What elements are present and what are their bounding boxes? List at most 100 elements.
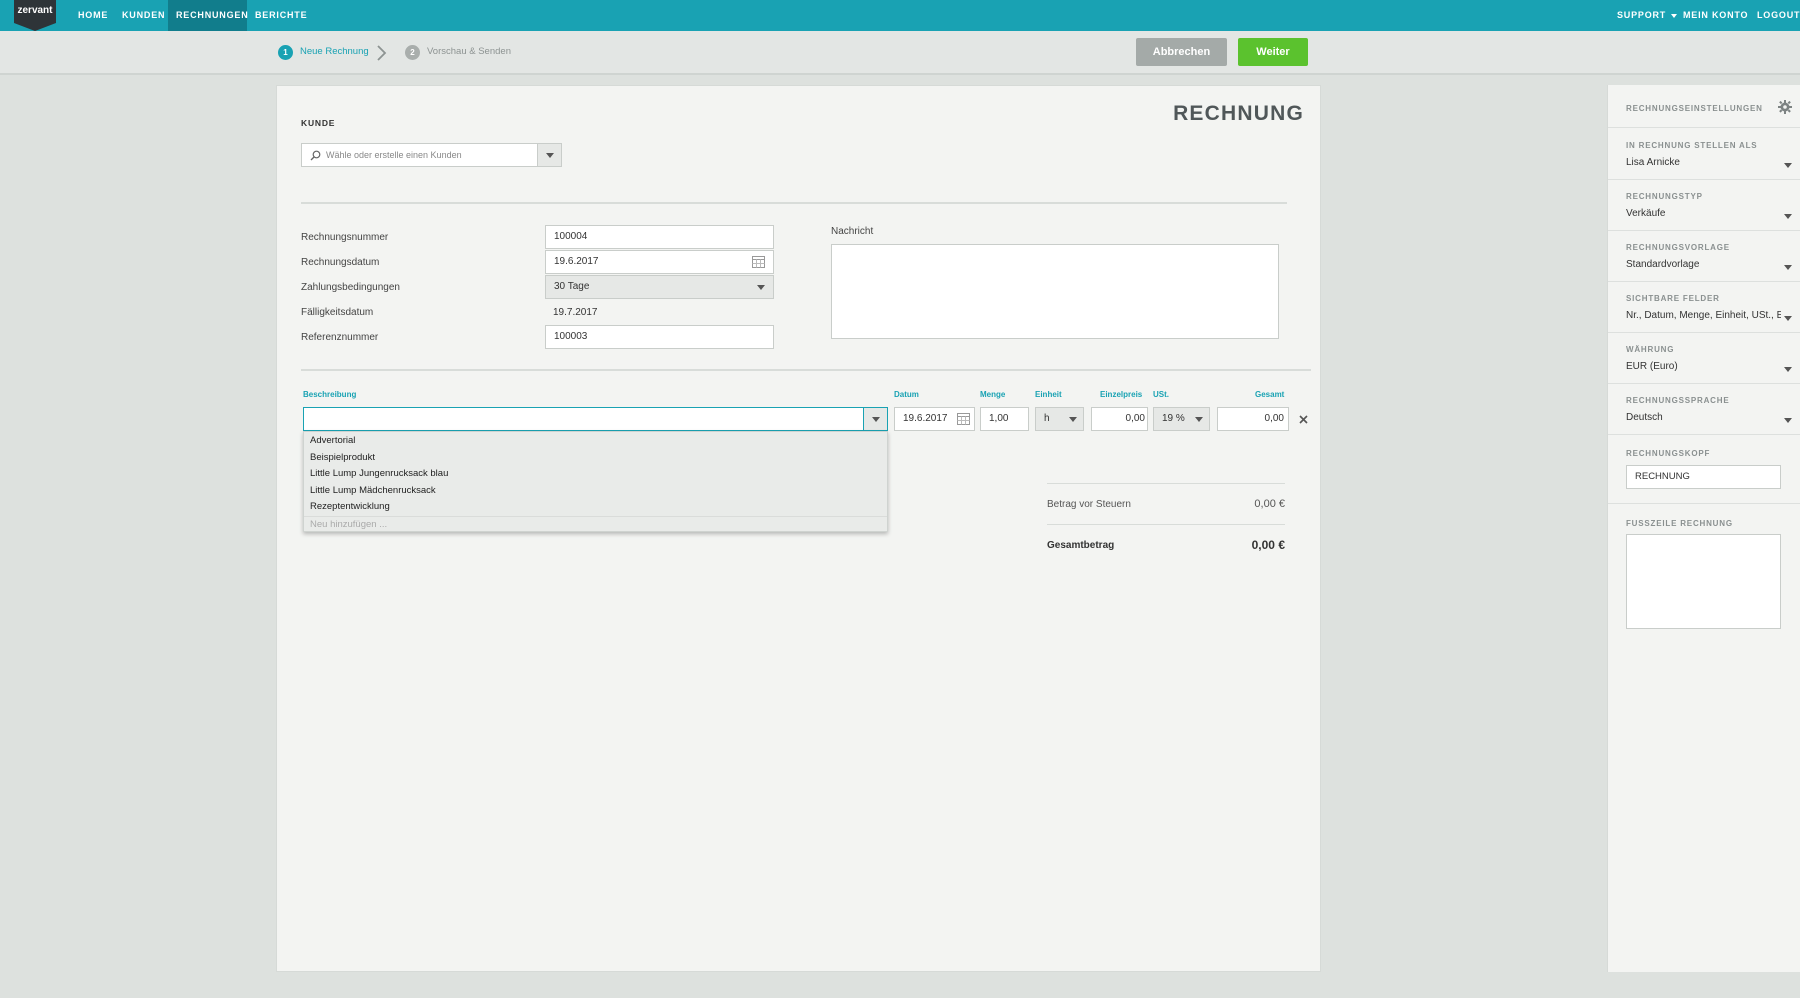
chevron-down-icon bbox=[1784, 214, 1792, 219]
chevron-down-icon bbox=[1784, 163, 1792, 168]
col-vat: USt. bbox=[1153, 390, 1169, 399]
invoice-footer-label: FUSSZEILE RECHNUNG bbox=[1626, 519, 1733, 528]
payment-terms-select[interactable]: 30 Tage bbox=[545, 275, 774, 299]
divider bbox=[1608, 127, 1800, 128]
currency-label: WÄHRUNG bbox=[1626, 345, 1675, 354]
col-description: Beschreibung bbox=[303, 390, 357, 399]
chevron-down-icon bbox=[1784, 418, 1792, 423]
dropdown-option[interactable]: Advertorial bbox=[304, 433, 887, 450]
divider bbox=[301, 202, 1287, 204]
invoice-date-label: Rechnungsdatum bbox=[301, 257, 380, 268]
invoice-number-input[interactable]: 100004 bbox=[545, 225, 774, 249]
nav-home[interactable]: HOME bbox=[70, 0, 116, 31]
dropdown-option[interactable]: Little Lump Mädchenrucksack bbox=[304, 483, 887, 500]
col-unit: Einheit bbox=[1035, 390, 1062, 399]
invoice-card: KUNDE RECHNUNG Wähle oder erstelle einen… bbox=[276, 85, 1321, 972]
chevron-right-icon bbox=[377, 45, 387, 61]
chevron-down-icon bbox=[1784, 316, 1792, 321]
chevron-down-icon bbox=[546, 153, 554, 158]
nav-kunden[interactable]: KUNDEN bbox=[114, 0, 173, 31]
next-button[interactable]: Weiter bbox=[1238, 38, 1308, 66]
nav-berichte[interactable]: BERICHTE bbox=[247, 0, 315, 31]
col-total: Gesamt bbox=[1255, 390, 1285, 399]
dropdown-add-new[interactable]: Neu hinzufügen ... bbox=[304, 515, 887, 533]
unit-value: h bbox=[1044, 413, 1050, 424]
invoice-language-select[interactable]: Deutsch bbox=[1626, 412, 1786, 423]
divider bbox=[1608, 434, 1800, 435]
divider bbox=[1047, 483, 1285, 484]
customer-search-input[interactable]: Wähle oder erstelle einen Kunden bbox=[301, 143, 538, 167]
chevron-down-icon bbox=[1069, 417, 1077, 422]
nav-logout[interactable]: LOGOUT bbox=[1757, 0, 1800, 31]
currency-select[interactable]: EUR (Euro) bbox=[1626, 361, 1786, 372]
line-date-value: 19.6.2017 bbox=[903, 413, 948, 424]
invoice-as-select[interactable]: Lisa Arnicke bbox=[1626, 157, 1786, 168]
invoice-header-input[interactable]: RECHNUNG bbox=[1626, 465, 1781, 489]
dropdown-option[interactable]: Rezeptentwicklung bbox=[304, 499, 887, 516]
visible-fields-label: SICHTBARE FELDER bbox=[1626, 294, 1720, 303]
divider bbox=[1608, 179, 1800, 180]
visible-fields-select[interactable]: Nr., Datum, Menge, Einheit, USt., Ei... bbox=[1626, 310, 1781, 321]
invoice-footer-textarea[interactable] bbox=[1626, 534, 1781, 629]
vat-value: 19 % bbox=[1162, 413, 1185, 424]
invoice-date-value: 19.6.2017 bbox=[554, 256, 599, 267]
divider bbox=[301, 369, 1311, 371]
message-label: Nachricht bbox=[831, 226, 874, 237]
dropdown-option[interactable]: Beispielprodukt bbox=[304, 450, 887, 467]
description-dropdown-button[interactable] bbox=[863, 407, 888, 431]
customer-dropdown-button[interactable] bbox=[537, 143, 562, 167]
invoice-date-input[interactable]: 19.6.2017 bbox=[545, 250, 774, 274]
chevron-down-icon bbox=[1784, 265, 1792, 270]
line-total-input[interactable]: 0,00 bbox=[1217, 407, 1289, 431]
nav-support[interactable]: SUPPORT bbox=[1617, 0, 1678, 31]
chevron-down-icon bbox=[1784, 367, 1792, 372]
divider bbox=[1608, 383, 1800, 384]
calendar-icon[interactable] bbox=[752, 256, 765, 268]
invoice-header-label: RECHNUNGSKOPF bbox=[1626, 449, 1711, 458]
dropdown-option[interactable]: Little Lump Jungenrucksack blau bbox=[304, 466, 887, 483]
description-input[interactable] bbox=[303, 407, 864, 431]
invoice-language-label: RECHNUNGSSPRACHE bbox=[1626, 396, 1730, 405]
payment-terms-value: 30 Tage bbox=[554, 281, 590, 292]
step-2-number: 2 bbox=[405, 45, 420, 60]
description-dropdown-list: Advertorial Beispielprodukt Little Lump … bbox=[303, 431, 888, 532]
invoice-type-label: RECHNUNGSTYP bbox=[1626, 192, 1703, 201]
line-date-input[interactable]: 19.6.2017 bbox=[894, 407, 975, 431]
unit-select[interactable]: h bbox=[1035, 407, 1084, 431]
unit-price-input[interactable]: 0,00 bbox=[1091, 407, 1148, 431]
nav-rechnungen[interactable]: RECHNUNGEN bbox=[168, 0, 248, 31]
col-unit-price: Einzelpreis bbox=[1100, 390, 1143, 399]
invoice-template-select[interactable]: Standardvorlage bbox=[1626, 259, 1786, 270]
step-bar: 1 Neue Rechnung 2 Vorschau & Senden Abbr… bbox=[0, 31, 1800, 75]
chevron-down-icon bbox=[1195, 417, 1203, 422]
due-date-value: 19.7.2017 bbox=[553, 307, 598, 318]
reference-number-input[interactable]: 100003 bbox=[545, 325, 774, 349]
zervant-logo[interactable]: zervant bbox=[14, 0, 56, 31]
step-1-label[interactable]: Neue Rechnung bbox=[300, 46, 369, 57]
cancel-button[interactable]: Abbrechen bbox=[1136, 38, 1227, 66]
due-date-label: Fälligkeitsdatum bbox=[301, 307, 374, 318]
total-label: Gesamtbetrag bbox=[1047, 540, 1115, 551]
search-icon bbox=[310, 150, 321, 161]
gear-icon[interactable] bbox=[1778, 100, 1792, 114]
message-textarea[interactable] bbox=[831, 244, 1279, 339]
step-1-number: 1 bbox=[278, 45, 293, 60]
settings-title: RECHNUNGSEINSTELLUNGEN bbox=[1626, 104, 1763, 113]
quantity-input[interactable]: 1,00 bbox=[980, 407, 1029, 431]
close-icon[interactable] bbox=[1299, 415, 1308, 424]
step-2-label[interactable]: Vorschau & Senden bbox=[427, 46, 511, 57]
divider bbox=[1608, 230, 1800, 231]
invoice-type-select[interactable]: Verkäufe bbox=[1626, 208, 1786, 219]
total-value: 0,00 € bbox=[1251, 538, 1285, 552]
divider bbox=[1608, 332, 1800, 333]
top-navigation: zervant HOME KUNDEN RECHNUNGEN BERICHTE … bbox=[0, 0, 1800, 31]
reference-number-label: Referenznummer bbox=[301, 332, 379, 343]
invoice-number-label: Rechnungsnummer bbox=[301, 232, 389, 243]
vat-select[interactable]: 19 % bbox=[1153, 407, 1210, 431]
invoice-template-label: RECHNUNGSVORLAGE bbox=[1626, 243, 1730, 252]
calendar-icon[interactable] bbox=[957, 413, 970, 425]
col-quantity: Menge bbox=[980, 390, 1006, 399]
nav-mein-konto[interactable]: MEIN KONTO bbox=[1683, 0, 1748, 31]
pretax-label: Betrag vor Steuern bbox=[1047, 499, 1131, 510]
customer-search-placeholder: Wähle oder erstelle einen Kunden bbox=[326, 150, 462, 160]
